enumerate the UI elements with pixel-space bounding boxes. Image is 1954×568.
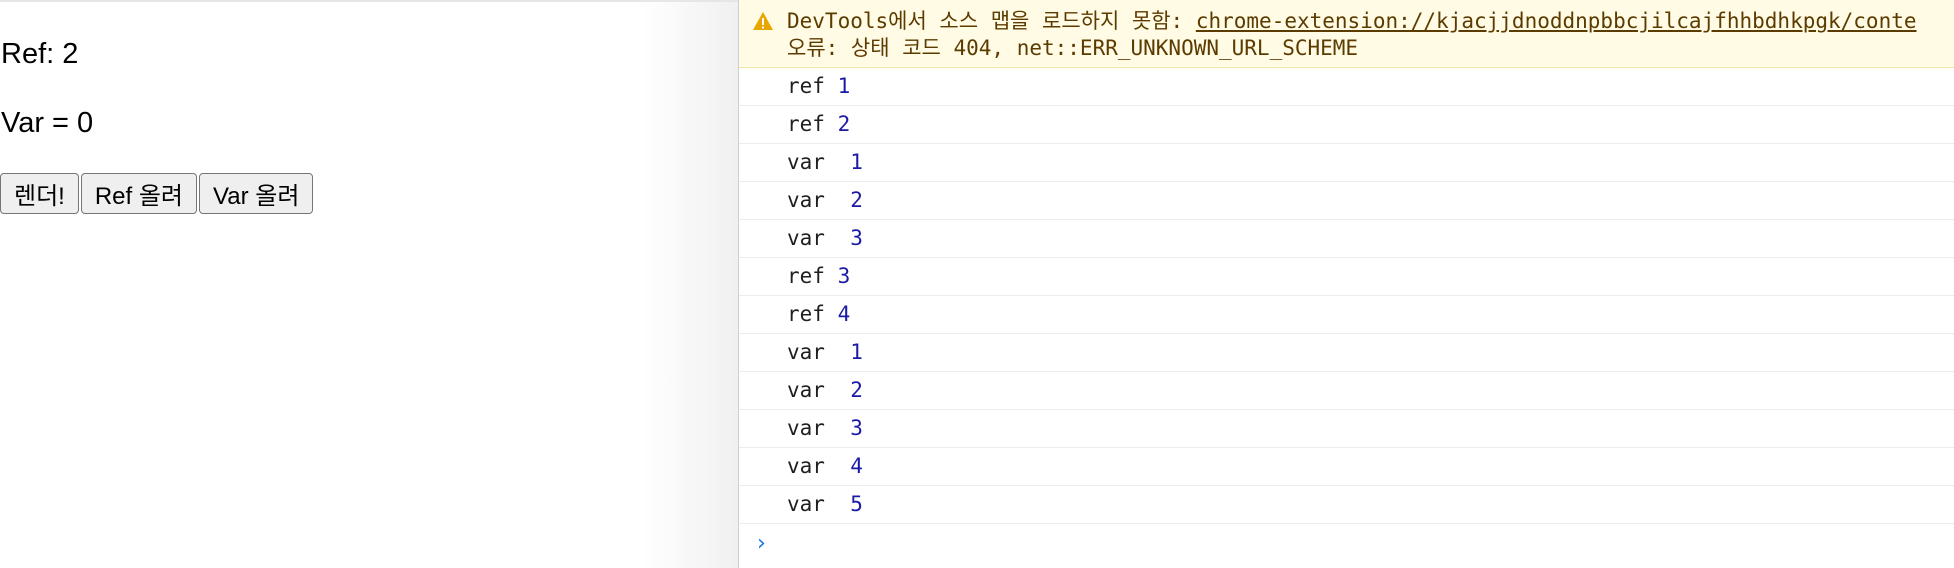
- log-label: var: [787, 378, 851, 402]
- log-label: ref: [787, 264, 838, 288]
- log-value: 5: [850, 492, 863, 516]
- log-row: ref 1: [739, 68, 1954, 106]
- log-value: 3: [837, 264, 851, 288]
- log-row: var 3: [739, 220, 1954, 258]
- console-prompt[interactable]: ›: [739, 524, 1954, 564]
- log-row: var 3: [739, 410, 1954, 448]
- log-value: 2: [837, 112, 851, 136]
- var-display: Var = 0: [1, 107, 94, 139]
- log-label: var: [787, 454, 851, 478]
- warning-icon: [753, 12, 773, 30]
- log-value: 3: [850, 226, 863, 250]
- log-label: var: [787, 226, 851, 250]
- console-log-list: ref 1 ref 2 var 1 var 2 var 3 ref 3 ref …: [739, 68, 1954, 524]
- log-label: ref: [787, 74, 838, 98]
- log-value: 3: [850, 416, 863, 440]
- button-row: 렌더! Ref 올려 Var 올려: [0, 173, 315, 214]
- page-edge-shadow: [640, 2, 738, 568]
- log-value: 1: [837, 74, 851, 98]
- chevron-right-icon: ›: [757, 531, 766, 556]
- log-value: 2: [850, 378, 863, 402]
- log-label: var: [787, 492, 851, 516]
- log-row: ref 4: [739, 296, 1954, 334]
- log-row: var 1: [739, 144, 1954, 182]
- source-map-link[interactable]: chrome-extension://kjacjjdnoddnpbbcjilca…: [1196, 9, 1917, 33]
- log-label: var: [787, 340, 851, 364]
- log-value: 4: [850, 454, 863, 478]
- console-warning: DevTools에서 소스 맵을 로드하지 못함: chrome-extensi…: [739, 0, 1954, 68]
- log-label: var: [787, 188, 851, 212]
- warning-line-2: 오류: 상태 코드 404, net::ERR_UNKNOWN_URL_SCHE…: [787, 36, 1359, 60]
- warning-line-1: DevTools에서 소스 맵을 로드하지 못함: chrome-extensi…: [787, 8, 1917, 34]
- warning-message: DevTools에서 소스 맵을 로드하지 못함:: [787, 9, 1196, 33]
- var-increment-button[interactable]: Var 올려: [199, 173, 314, 214]
- log-value: 4: [837, 302, 851, 326]
- app-page: Ref: 2 Var = 0 렌더! Ref 올려 Var 올려: [0, 0, 738, 568]
- log-row: var 4: [739, 448, 1954, 486]
- log-label: var: [787, 416, 851, 440]
- log-value: 1: [850, 150, 863, 174]
- log-label: var: [787, 150, 851, 174]
- log-value: 2: [850, 188, 863, 212]
- log-row: ref 3: [739, 258, 1954, 296]
- log-value: 1: [850, 340, 863, 364]
- render-button[interactable]: 렌더!: [0, 173, 79, 214]
- log-row: var 1: [739, 334, 1954, 372]
- log-label: ref: [787, 112, 838, 136]
- log-row: ref 2: [739, 106, 1954, 144]
- log-row: var 2: [739, 182, 1954, 220]
- devtools-console: DevTools에서 소스 맵을 로드하지 못함: chrome-extensi…: [738, 0, 1954, 568]
- screen: Ref: 2 Var = 0 렌더! Ref 올려 Var 올려 DevTool…: [0, 0, 1954, 568]
- ref-display: Ref: 2: [1, 38, 79, 70]
- log-label: ref: [787, 302, 838, 326]
- ref-increment-button[interactable]: Ref 올려: [80, 173, 198, 214]
- log-row: var 2: [739, 372, 1954, 410]
- log-row: var 5: [739, 486, 1954, 524]
